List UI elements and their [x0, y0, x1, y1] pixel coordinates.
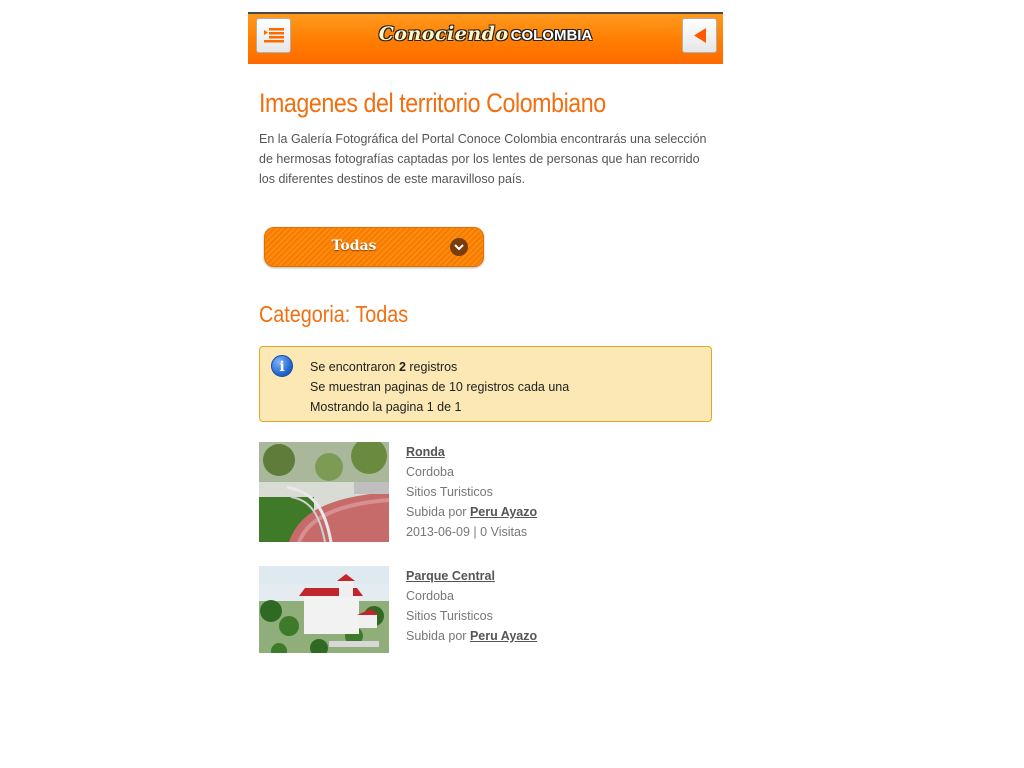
photo-uploader: Subida por Peru Ayazo [406, 505, 538, 519]
photo-stats: 2013-06-09 | 0 Visitas [406, 525, 528, 539]
photo-list: Ronda Cordoba Sitios Turisticos Subida p… [259, 438, 712, 653]
page-title: Imagenes del territorio Colombiano [259, 88, 606, 118]
uploader-link[interactable]: Peru Ayazo [470, 629, 537, 643]
site-logo[interactable]: Conociendo COLOMBIA [248, 23, 723, 45]
category-heading: Categoria: Todas [259, 301, 409, 327]
photo-category: Sitios Turisticos [406, 485, 493, 499]
photo-category: Sitios Turisticos [406, 609, 493, 623]
intro-paragraph: En la Galería Fotográfica del Portal Con… [259, 132, 707, 186]
main-content: Imagenes del territorio Colombiano En la… [248, 88, 723, 653]
logo-caps-text: COLOMBIA [510, 27, 593, 44]
results-page-line: Mostrando la pagina 1 de 1 [310, 400, 462, 414]
photo-list-item: Ronda Cordoba Sitios Turisticos Subida p… [259, 438, 712, 566]
results-count: 2 [398, 360, 406, 374]
category-select[interactable]: Todas [264, 227, 484, 267]
back-arrow-icon [694, 28, 706, 43]
top-header-bar: Conociendo COLOMBIA [248, 12, 723, 64]
logo-script-text: Conociendo [378, 23, 509, 45]
photo-thumbnail-parque-central[interactable] [259, 566, 389, 653]
photo-uploader: Subida por Peru Ayazo [406, 629, 538, 643]
photo-list-item: Parque Central Cordoba Sitios Turisticos… [259, 566, 712, 653]
back-button[interactable] [682, 18, 717, 53]
results-info-box: i Se encontraron 2 registros Se muestran… [259, 346, 712, 422]
photo-location: Cordoba [406, 465, 454, 479]
uploader-link[interactable]: Peru Ayazo [470, 505, 537, 519]
info-icon: i [271, 355, 293, 377]
photo-title-link[interactable]: Ronda [406, 445, 445, 459]
results-count-line: Se encontraron 2 registros [310, 360, 458, 374]
category-select-value: Todas [331, 238, 377, 254]
photo-meta-ronda: Ronda Cordoba Sitios Turisticos Subida p… [406, 442, 537, 542]
results-per-page-line: Se muestran paginas de 10 registros cada… [310, 380, 570, 394]
photo-meta-parque-central: Parque Central Cordoba Sitios Turisticos… [406, 566, 537, 646]
page-container: Conociendo COLOMBIA Imagenes del territor… [248, 12, 723, 653]
photo-title-link[interactable]: Parque Central [406, 569, 495, 583]
photo-location: Cordoba [406, 589, 454, 603]
chevron-down-icon [450, 238, 468, 256]
photo-thumbnail-ronda[interactable] [259, 438, 390, 543]
